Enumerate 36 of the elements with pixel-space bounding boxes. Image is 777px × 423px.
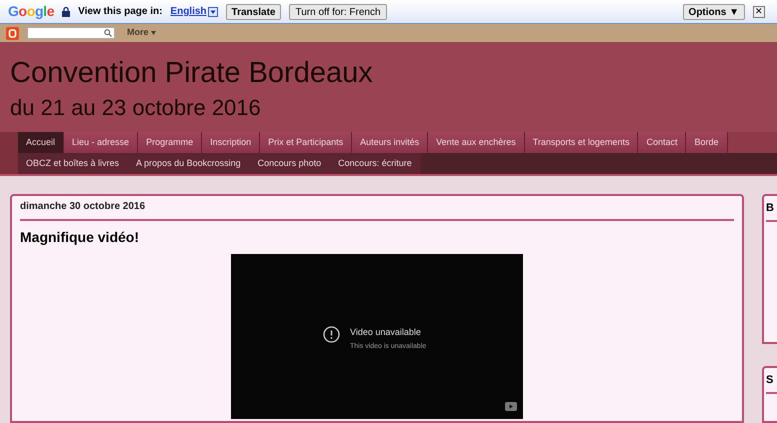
blogger-icon[interactable]: [6, 26, 19, 40]
nav-tab[interactable]: Programme: [138, 132, 202, 153]
nav-tab[interactable]: Prix et Participants: [260, 132, 352, 153]
search-icon[interactable]: [104, 29, 112, 37]
options-button[interactable]: Options ▼: [682, 4, 745, 20]
caret-icon: [150, 31, 156, 35]
nav-tab[interactable]: Transports et logements: [524, 132, 638, 153]
google-logo: Google: [8, 2, 54, 21]
lock-icon: [62, 6, 70, 16]
translate-button[interactable]: Translate: [226, 4, 282, 20]
nav-tab[interactable]: A propos du Bookcrossing: [128, 153, 250, 174]
nav-tab[interactable]: OBCZ et boîtes à livres: [18, 153, 128, 174]
widget-title: B: [766, 200, 777, 222]
nav-tab[interactable]: Contact: [638, 132, 686, 153]
warning-icon: [323, 326, 340, 343]
blog-subtitle: du 21 au 23 octobre 2016: [10, 95, 262, 121]
nav-tab[interactable]: Vente aux enchères: [428, 132, 525, 153]
search-field[interactable]: [27, 27, 115, 39]
post-date: dimanche 30 octobre 2016: [20, 199, 734, 221]
more-menu[interactable]: More: [127, 26, 156, 40]
youtube-icon[interactable]: [505, 402, 517, 411]
translate-prompt: View this page in:: [78, 5, 162, 19]
nav-tab[interactable]: Concours: écriture: [330, 153, 421, 174]
nav-tab[interactable]: Inscription: [202, 132, 260, 153]
post-title[interactable]: Magnifique vidéo!: [20, 227, 734, 248]
nav-tab[interactable]: Lieu - adresse: [64, 132, 138, 153]
nav-tab[interactable]: Accueil: [18, 132, 64, 153]
nav-tab[interactable]: Concours photo: [250, 153, 330, 174]
nav-tab[interactable]: Auteurs invités: [352, 132, 428, 153]
widget-title: S: [766, 372, 777, 394]
turn-off-button[interactable]: Turn off for: French: [289, 4, 387, 20]
video-message: Video unavailable: [350, 326, 422, 339]
nav-tab[interactable]: Borde: [686, 132, 728, 153]
language-link[interactable]: English: [170, 4, 207, 19]
close-button[interactable]: ✕: [753, 6, 765, 18]
dropdown-icon[interactable]: [208, 6, 218, 16]
